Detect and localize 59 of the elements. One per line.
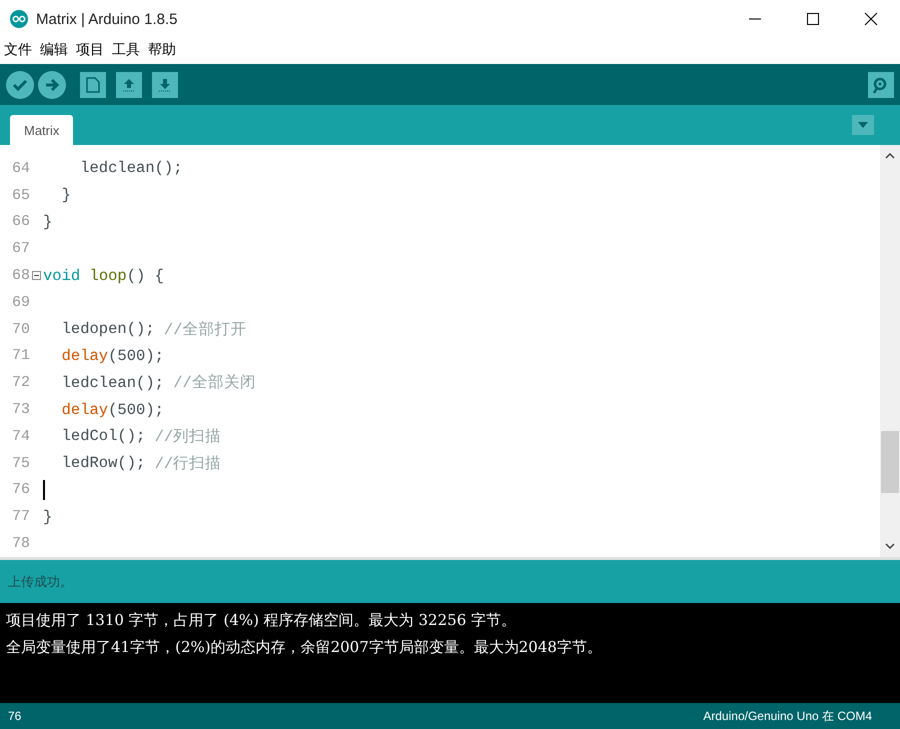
scroll-thumb[interactable] [881,431,899,493]
status-message: 上传成功。 [8,574,73,590]
code-line: ledRow(); //行扫描 [60,453,222,474]
line-number: 70 [10,320,30,338]
minimize-icon [749,18,761,20]
code-line: void loop() { [43,266,164,285]
tab-menu-button[interactable] [852,115,874,135]
line-indicator: 76 [8,709,22,723]
code-line: ledclean(); [79,159,183,178]
line-number: 68 [10,267,30,284]
app-logo-icon [10,10,28,28]
line-number: 64 [10,160,30,177]
arrow-right-icon [44,76,60,92]
menu-item[interactable]: 帮助 [148,41,176,59]
console-line: 全局变量使用了41字节，(2%)的动态内存，余留2007字节局部变量。最大为2048字节。 [6,637,603,658]
scrollbar[interactable] [880,145,900,557]
line-number: 71 [10,347,30,364]
new-button[interactable] [80,72,106,98]
line-number: 75 [10,454,30,472]
board-port-label: Arduino/Genuino Uno 在 COM4 [703,708,872,724]
window-title: Matrix | Arduino 1.8.5 [36,10,178,28]
file-tab[interactable]: Matrix [10,115,74,145]
save-button[interactable] [152,72,178,98]
upload-button[interactable] [38,70,66,98]
line-number: 72 [10,374,30,392]
line-number: 65 [10,186,30,204]
maximize-icon [805,11,821,27]
code-line: ledopen(); //全部打开 [60,319,247,340]
serial-monitor-button[interactable] [868,72,894,98]
close-icon [863,11,879,27]
code-line: ledclean(); //全部关闭 [60,372,256,394]
line-number: 77 [10,508,30,526]
open-button[interactable] [116,72,142,98]
line-number: 69 [10,294,30,311]
code-line: } [43,212,52,231]
verify-button[interactable] [6,70,34,98]
code-line: delay(500); [60,346,164,365]
scroll-up-icon[interactable] [885,153,895,159]
code-line: } [43,508,52,526]
line-number: 76 [10,481,30,498]
menu-item[interactable]: 文件 [4,41,32,59]
caret-icon [858,122,868,128]
scroll-down-icon[interactable] [885,543,895,549]
code-line: delay(500); [60,400,164,419]
line-number: 78 [10,535,30,552]
line-number: 74 [10,428,30,445]
line-number: 67 [10,240,30,258]
menu-item[interactable]: 工具 [112,41,140,59]
line-number: 66 [10,213,30,230]
code-line: } [60,186,71,204]
arrow-up-icon [122,76,136,92]
fold-icon[interactable] [32,271,41,280]
document-icon [86,76,100,92]
menu-item[interactable]: 编辑 [40,41,68,59]
console-line: 项目使用了 1310 字节，占用了 (4%) 程序存储空间。最大为 32256 字节。 [6,610,517,631]
menu-item[interactable]: 项目 [76,41,104,59]
line-number: 73 [10,401,30,418]
code-line: ledCol(); //列扫描 [60,426,222,447]
arrow-down-icon [158,76,172,92]
